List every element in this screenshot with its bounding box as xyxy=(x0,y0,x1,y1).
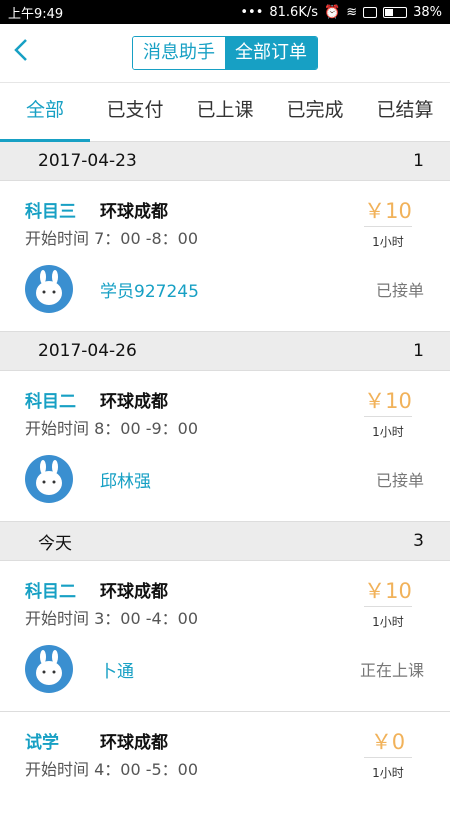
order-status: 已接单 xyxy=(375,471,424,490)
battery-percent: 38% xyxy=(413,4,442,20)
group-count: 1 xyxy=(413,151,424,171)
avatar[interactable] xyxy=(25,455,73,503)
status-bar: 上午9:49 ••• 81.6K/s ⏰ ≋ 38% xyxy=(0,0,450,24)
order-place: 环球成都 xyxy=(100,391,168,412)
battery-icon xyxy=(383,6,408,18)
network-speed: 81.6K/s xyxy=(269,4,318,20)
order-tabs: 全部 已支付 已上课 已完成 已结算 xyxy=(0,83,450,142)
group-count: 3 xyxy=(413,531,424,551)
order-status: 已接单 xyxy=(375,281,424,300)
order-duration: 1小时 xyxy=(372,615,404,629)
clock: 上午9:49 xyxy=(8,6,64,22)
group-date: 2017-04-26 xyxy=(38,341,137,361)
order-price: ￥10 xyxy=(364,386,412,417)
order-duration: 1小时 xyxy=(372,235,404,249)
avatar[interactable] xyxy=(25,645,73,693)
order-place: 环球成都 xyxy=(100,201,168,222)
status-icons: ••• 81.6K/s ⏰ ≋ 38% xyxy=(240,5,442,20)
order-card[interactable]: 科目二 环球成都 开始时间 8：00 -9：00 ￥10 1小时 邱林强 已接单 xyxy=(0,371,450,522)
order-subject: 科目三 xyxy=(25,201,76,222)
alarm-icon: ⏰ xyxy=(324,4,341,20)
signal-icon xyxy=(363,6,378,18)
price-box: ￥0 1小时 xyxy=(364,727,412,781)
group-date: 2017-04-23 xyxy=(38,151,137,171)
tab-all[interactable]: 全部 xyxy=(0,83,90,142)
order-status: 正在上课 xyxy=(359,661,424,680)
order-price: ￥0 xyxy=(364,727,412,758)
segment-all-orders[interactable]: 全部订单 xyxy=(225,37,317,69)
tab-settled[interactable]: 已结算 xyxy=(360,83,450,141)
student-name[interactable]: 卜通 xyxy=(100,657,134,682)
tab-attended[interactable]: 已上课 xyxy=(180,83,270,141)
back-icon[interactable] xyxy=(14,38,38,66)
order-subject: 试学 xyxy=(25,732,59,753)
date-group-header: 2017-04-23 1 xyxy=(0,142,450,181)
avatar[interactable] xyxy=(25,265,73,313)
tab-paid[interactable]: 已支付 xyxy=(90,83,180,141)
order-card[interactable]: 试学 环球成都 开始时间 4：00 -5：00 ￥0 1小时 xyxy=(0,712,450,832)
student-name[interactable]: 邱林强 xyxy=(100,467,151,492)
student-name[interactable]: 学员927245 xyxy=(100,277,199,302)
app-header: 消息助手 全部订单 xyxy=(0,24,450,83)
segment-message-assistant[interactable]: 消息助手 xyxy=(133,37,225,69)
order-place: 环球成都 xyxy=(100,581,168,602)
order-duration: 1小时 xyxy=(372,425,404,439)
price-box: ￥10 1小时 xyxy=(364,386,412,440)
order-price: ￥10 xyxy=(364,576,412,607)
price-box: ￥10 1小时 xyxy=(364,196,412,250)
signal-dots: ••• xyxy=(240,4,264,20)
order-card[interactable]: 科目二 环球成都 开始时间 3：00 -4：00 ￥10 1小时 卜通 正在上课 xyxy=(0,561,450,712)
order-card[interactable]: 科目三 环球成都 开始时间 7：00 -8：00 ￥10 1小时 学员92724… xyxy=(0,181,450,332)
group-date: 今天 xyxy=(38,533,72,554)
date-group-header: 2017-04-26 1 xyxy=(0,332,450,371)
date-group-header: 今天 3 xyxy=(0,522,450,561)
order-place: 环球成都 xyxy=(100,732,168,753)
price-box: ￥10 1小时 xyxy=(364,576,412,630)
tab-completed[interactable]: 已完成 xyxy=(270,83,360,141)
segment-control: 消息助手 全部订单 xyxy=(132,36,318,70)
wifi-icon: ≋ xyxy=(346,4,358,20)
order-subject: 科目二 xyxy=(25,581,76,602)
order-price: ￥10 xyxy=(364,196,412,227)
order-subject: 科目二 xyxy=(25,391,76,412)
group-count: 1 xyxy=(413,341,424,361)
order-duration: 1小时 xyxy=(372,766,404,780)
